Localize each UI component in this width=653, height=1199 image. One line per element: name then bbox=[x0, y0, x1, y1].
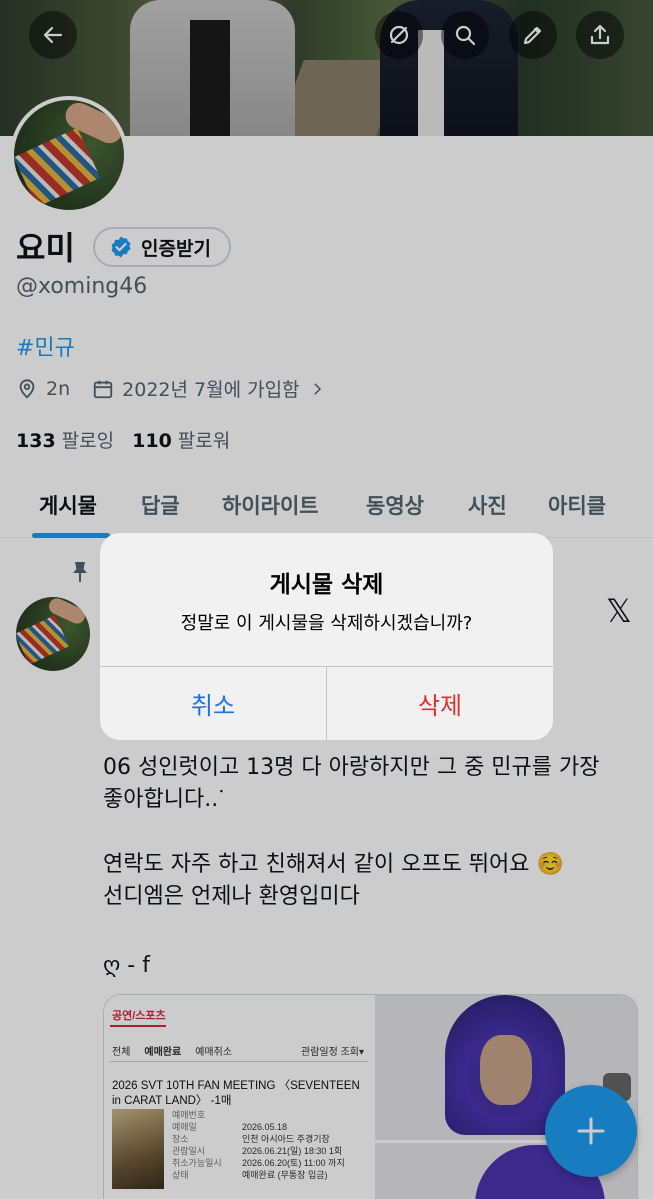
delete-post-dialog: 게시물 삭제 정말로 이 게시물을 삭제하시겠습니까? 취소 삭제 bbox=[100, 533, 553, 740]
cancel-button[interactable]: 취소 bbox=[100, 666, 326, 740]
delete-button[interactable]: 삭제 bbox=[327, 666, 553, 740]
dialog-title: 게시물 삭제 bbox=[269, 572, 384, 598]
dialog-message: 정말로 이 게시물을 삭제하시겠습니까? bbox=[180, 613, 473, 634]
